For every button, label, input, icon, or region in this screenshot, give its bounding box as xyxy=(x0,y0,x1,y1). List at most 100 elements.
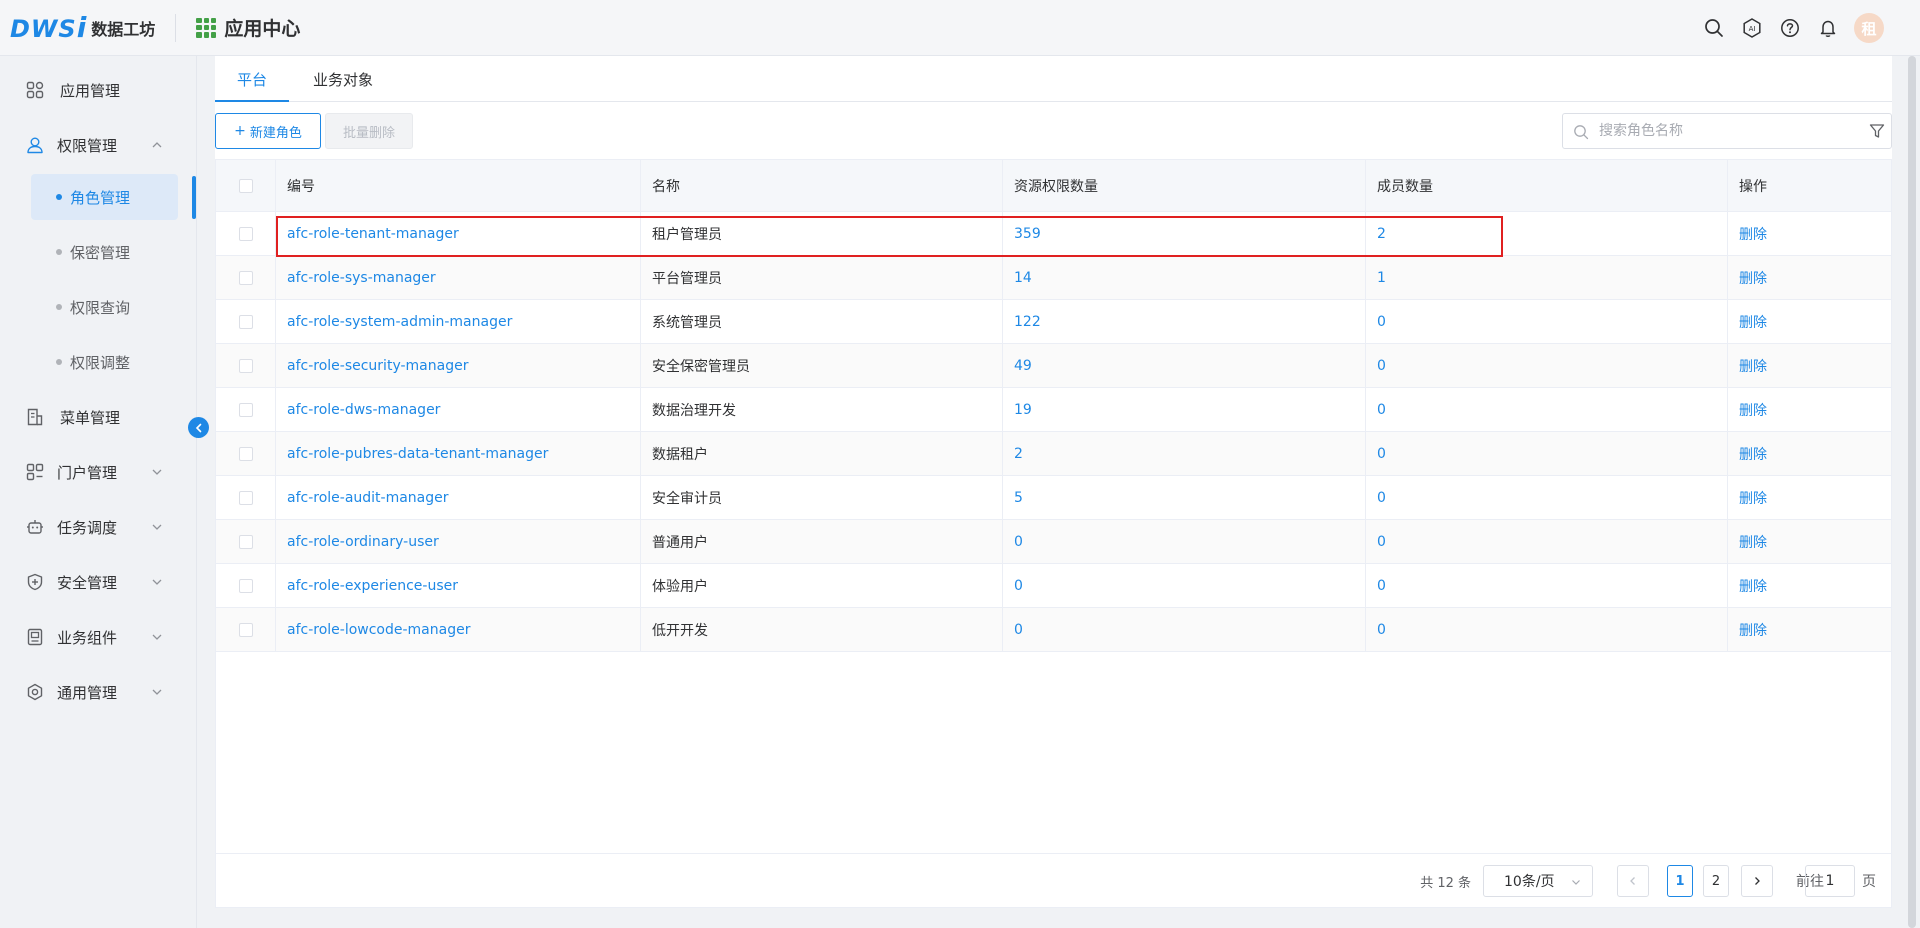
chevron-right-icon xyxy=(1755,877,1760,885)
cell-members[interactable]: 0 xyxy=(1366,520,1728,564)
delete-link[interactable]: 删除 xyxy=(1739,488,1767,508)
sidebar-item-business-components[interactable]: 业务组件 xyxy=(0,612,197,662)
cell-members[interactable]: 0 xyxy=(1366,608,1728,652)
cell-code[interactable]: afc-role-ordinary-user xyxy=(276,520,641,564)
cell-code[interactable]: afc-role-security-manager xyxy=(276,344,641,388)
delete-link[interactable]: 删除 xyxy=(1739,620,1767,640)
cell-code[interactable]: afc-role-system-admin-manager xyxy=(276,300,641,344)
sidebar-item-label: 菜单管理 xyxy=(60,408,121,427)
jump-page-input[interactable]: 1 xyxy=(1805,865,1855,897)
row-checkbox[interactable] xyxy=(238,359,253,373)
cell-resources[interactable]: 49 xyxy=(1003,344,1366,388)
column-header-name[interactable]: 名称 xyxy=(641,160,1003,212)
sidebar-item-permission-management[interactable]: 权限管理 xyxy=(0,120,197,170)
app-center[interactable]: 应用中心 xyxy=(196,14,300,41)
delete-link[interactable]: 删除 xyxy=(1739,356,1767,376)
row-checkbox[interactable] xyxy=(238,535,253,549)
ai-assistant-icon[interactable]: AI xyxy=(1740,16,1764,40)
row-checkbox[interactable] xyxy=(238,403,253,417)
cell-resources[interactable]: 359 xyxy=(1003,212,1366,256)
sidebar-item-portal-management[interactable]: 门户管理 xyxy=(0,447,197,497)
select-all-checkbox[interactable] xyxy=(238,179,253,193)
cell-code[interactable]: afc-role-lowcode-manager xyxy=(276,608,641,652)
cell-resources[interactable]: 122 xyxy=(1003,300,1366,344)
apps-icon xyxy=(26,81,44,99)
delete-link[interactable]: 删除 xyxy=(1739,312,1767,332)
search-input[interactable] xyxy=(1599,114,1849,148)
delete-link[interactable]: 删除 xyxy=(1739,268,1767,288)
bullet-dot xyxy=(56,359,62,365)
delete-link[interactable]: 删除 xyxy=(1739,444,1767,464)
prev-page-button[interactable] xyxy=(1617,865,1649,897)
cell-members[interactable]: 0 xyxy=(1366,344,1728,388)
cell-code[interactable]: afc-role-experience-user xyxy=(276,564,641,608)
sidebar-subitem-permission-query[interactable]: 权限查询 xyxy=(31,284,178,330)
cell-resources[interactable]: 19 xyxy=(1003,388,1366,432)
cell-code[interactable]: afc-role-tenant-manager xyxy=(276,212,641,256)
page-button-1[interactable]: 1 xyxy=(1667,865,1693,897)
search-box xyxy=(1562,113,1892,149)
sidebar-item-security-management[interactable]: 安全管理 xyxy=(0,557,197,607)
sidebar-collapse-button[interactable] xyxy=(188,417,209,438)
bell-icon[interactable] xyxy=(1816,16,1840,40)
logo[interactable]: DWSi 数据工坊 xyxy=(10,11,155,44)
row-checkbox[interactable] xyxy=(238,623,253,637)
row-checkbox[interactable] xyxy=(238,491,253,505)
next-page-button[interactable] xyxy=(1741,865,1773,897)
help-icon[interactable] xyxy=(1778,16,1802,40)
chevron-down-icon xyxy=(150,685,164,699)
page-button-2[interactable]: 2 xyxy=(1703,865,1729,897)
cell-members[interactable]: 0 xyxy=(1366,388,1728,432)
new-role-button[interactable]: + 新建角色 xyxy=(215,113,321,149)
page-scrollbar[interactable] xyxy=(1904,56,1920,928)
cell-resources[interactable]: 2 xyxy=(1003,432,1366,476)
header-divider xyxy=(175,13,177,42)
row-checkbox[interactable] xyxy=(238,315,253,329)
cell-members[interactable]: 2 xyxy=(1366,212,1728,256)
row-checkbox[interactable] xyxy=(238,447,253,461)
cell-resources[interactable]: 5 xyxy=(1003,476,1366,520)
row-checkbox[interactable] xyxy=(238,227,253,241)
row-checkbox[interactable] xyxy=(238,579,253,593)
tab-platform[interactable]: 平台 xyxy=(215,56,289,102)
cell-code[interactable]: afc-role-dws-manager xyxy=(276,388,641,432)
delete-link[interactable]: 删除 xyxy=(1739,400,1767,420)
cell-code[interactable]: afc-role-audit-manager xyxy=(276,476,641,520)
cell-name: 体验用户 xyxy=(641,564,1003,608)
column-header-code[interactable]: 编号 xyxy=(276,160,641,212)
sidebar-item-general-management[interactable]: 通用管理 xyxy=(0,667,197,717)
delete-link[interactable]: 删除 xyxy=(1739,224,1767,244)
row-checkbox[interactable] xyxy=(238,271,253,285)
delete-link[interactable]: 删除 xyxy=(1739,576,1767,596)
cell-members[interactable]: 0 xyxy=(1366,300,1728,344)
sidebar-item-menu-management[interactable]: 菜单管理 xyxy=(0,392,197,442)
column-header-members[interactable]: 成员数量 xyxy=(1366,160,1728,212)
column-header-resources[interactable]: 资源权限数量 xyxy=(1003,160,1366,212)
cell-members[interactable]: 0 xyxy=(1366,564,1728,608)
cell-members[interactable]: 0 xyxy=(1366,432,1728,476)
sidebar-subitem-role-management[interactable]: 角色管理 xyxy=(31,174,178,220)
scrollbar-thumb[interactable] xyxy=(1908,56,1916,928)
tab-bar: 平台 业务对象 xyxy=(215,56,1892,102)
search-icon[interactable] xyxy=(1702,16,1726,40)
delete-link[interactable]: 删除 xyxy=(1739,532,1767,552)
sidebar-subitem-secrecy-management[interactable]: 保密管理 xyxy=(31,229,178,275)
cell-resources[interactable]: 14 xyxy=(1003,256,1366,300)
cell-members[interactable]: 0 xyxy=(1366,476,1728,520)
sidebar-subitem-permission-adjust[interactable]: 权限调整 xyxy=(31,339,178,385)
tab-business-object[interactable]: 业务对象 xyxy=(298,56,388,102)
cell-resources[interactable]: 0 xyxy=(1003,520,1366,564)
page-size-select[interactable]: 10条/页 xyxy=(1483,865,1593,897)
sidebar-item-task-scheduling[interactable]: 任务调度 xyxy=(0,502,197,552)
avatar[interactable]: 租 xyxy=(1854,13,1884,43)
cell-code[interactable]: afc-role-sys-manager xyxy=(276,256,641,300)
filter-icon[interactable] xyxy=(1869,123,1885,139)
cell-code[interactable]: afc-role-pubres-data-tenant-manager xyxy=(276,432,641,476)
cell-resources[interactable]: 0 xyxy=(1003,608,1366,652)
cell-actions: 删除 xyxy=(1728,476,1891,520)
component-icon xyxy=(26,628,44,646)
cell-resources[interactable]: 0 xyxy=(1003,564,1366,608)
sidebar-item-app-management[interactable]: 应用管理 xyxy=(0,65,197,115)
cell-members[interactable]: 1 xyxy=(1366,256,1728,300)
batch-delete-button[interactable]: 批量删除 xyxy=(325,113,413,149)
